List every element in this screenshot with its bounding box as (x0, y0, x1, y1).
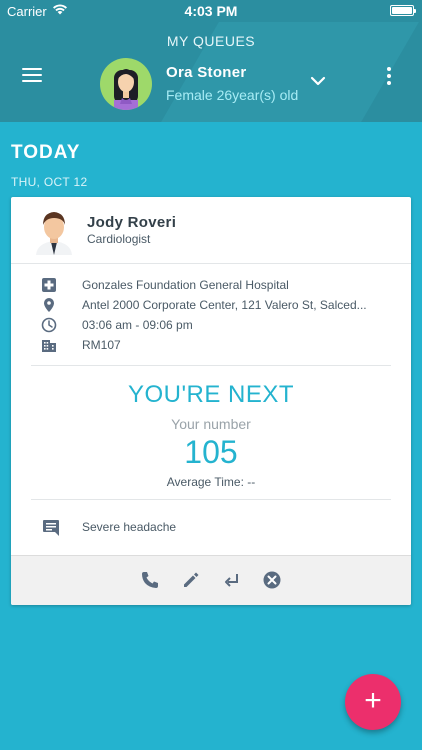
doctor-name: Jody Roveri (87, 214, 177, 231)
status-bar: Carrier 4:03 PM (0, 0, 422, 22)
menu-button[interactable] (22, 68, 42, 82)
chevron-down-icon[interactable] (310, 76, 326, 86)
edit-icon[interactable] (181, 570, 201, 590)
divider (11, 263, 411, 264)
cancel-icon[interactable] (262, 570, 282, 590)
section-title: TODAY (11, 142, 81, 163)
clinic-hours: 03:06 am - 09:06 pm (82, 318, 193, 332)
clock-icon (41, 317, 57, 333)
building-icon (42, 340, 56, 352)
hospital-cross-icon (42, 278, 56, 292)
phone-icon[interactable] (140, 570, 160, 590)
return-icon[interactable] (222, 570, 242, 590)
section-date: THU, OCT 12 (11, 175, 88, 189)
divider (31, 499, 391, 500)
queue-status: YOU'RE NEXT (127, 381, 295, 408)
add-queue-button[interactable]: + (345, 674, 401, 730)
doctor-avatar (36, 212, 72, 255)
user-avatar[interactable] (100, 58, 152, 110)
queue-number-label: Your number (171, 416, 251, 432)
card-actions-bar (11, 555, 411, 605)
user-name: Ora Stoner (166, 64, 247, 81)
note-text: Severe headache (82, 520, 177, 534)
more-options-icon[interactable] (384, 67, 394, 85)
room-number: RM107 (82, 338, 121, 352)
battery-icon (390, 5, 416, 16)
page-title: MY QUEUES (166, 33, 256, 49)
doctor-specialty: Cardiologist (87, 232, 151, 246)
hospital-name: Gonzales Foundation General Hospital (82, 278, 289, 292)
user-avatar-illustration (114, 69, 138, 110)
status-time: 4:03 PM (184, 3, 238, 19)
hospital-address: Antel 2000 Corporate Center, 121 Valero … (82, 298, 367, 312)
divider (31, 365, 391, 366)
user-details: Female 26year(s) old (166, 87, 299, 103)
app-header: MY QUEUES Ora Stoner Female 26year(s) ol… (0, 22, 422, 122)
message-icon (43, 520, 59, 536)
queue-card[interactable]: Jody Roveri Cardiologist Gonzales Founda… (11, 197, 411, 605)
average-time: Average Time: -- (166, 475, 256, 489)
queue-number: 105 (184, 434, 238, 470)
location-pin-icon (44, 298, 54, 312)
